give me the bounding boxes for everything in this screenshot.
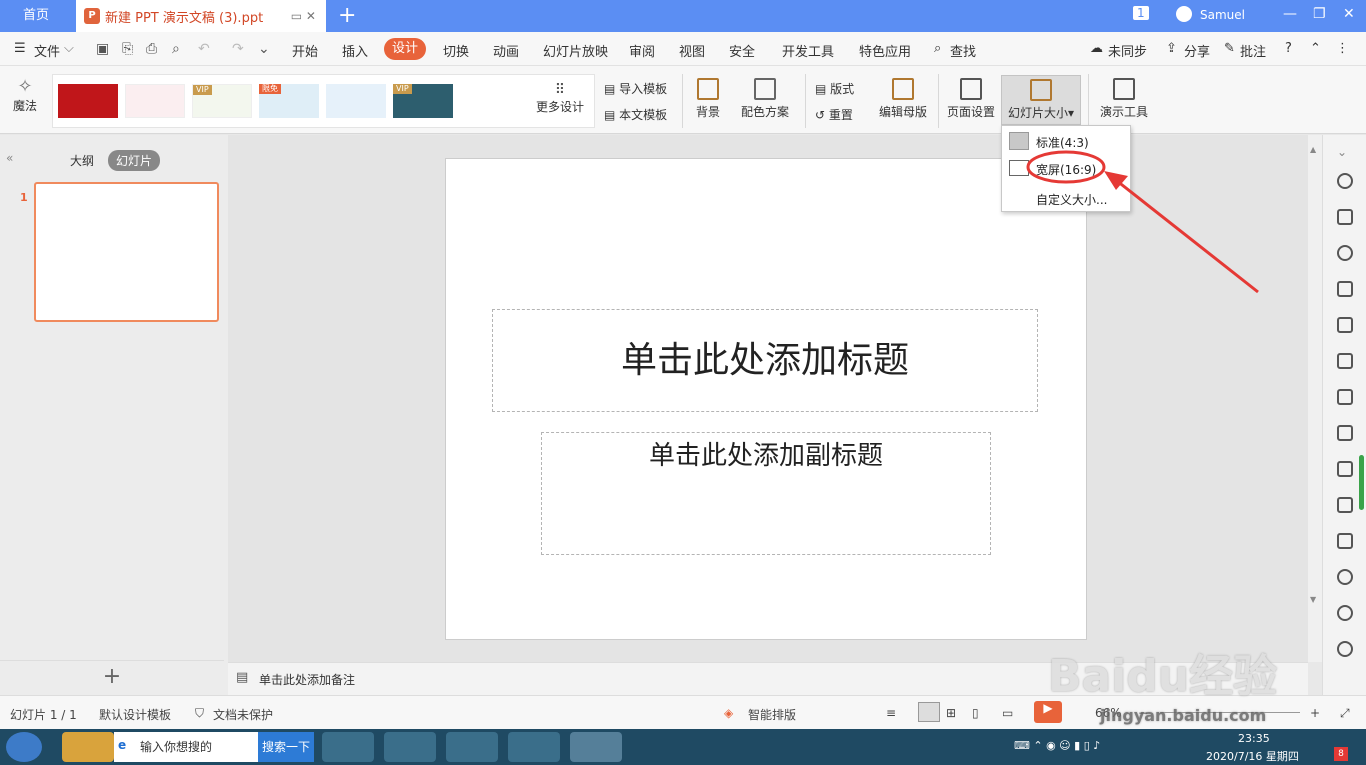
taskbar-app-k[interactable] (384, 732, 436, 762)
taskbar-app-plus[interactable] (446, 732, 498, 762)
taskbar-app-colorful[interactable] (62, 732, 114, 762)
taskbar-app-v[interactable] (322, 732, 374, 762)
notification-badge[interactable]: 8 (1334, 747, 1348, 761)
taskbar-app-sync[interactable] (508, 732, 560, 762)
taskbar-app-wps[interactable] (570, 732, 622, 762)
watermark-url: jingyan.baidu.com (1100, 706, 1267, 725)
clock-time[interactable]: 23:35 (1238, 732, 1270, 745)
pointer-arrow (1111, 175, 1259, 294)
watermark-brand: Baidu经验 (1048, 651, 1278, 702)
tray-icons[interactable]: ⌨ ⌃ ◉ ☺ ▮ ▯ ♪ (1014, 739, 1100, 752)
taskbar-search-button[interactable]: 搜索一下 (258, 732, 314, 762)
ie-icon: e (118, 738, 127, 752)
start-button[interactable] (6, 732, 42, 762)
highlight-ellipse (1026, 150, 1106, 184)
windows-taskbar: 输入你想搜的 e 搜索一下 ⌨ ⌃ ◉ ☺ ▮ ▯ ♪ 23:35 2020/7… (0, 729, 1366, 765)
clock-date[interactable]: 2020/7/16 星期四 (1206, 748, 1299, 764)
taskbar-search-input[interactable]: 输入你想搜的 (114, 732, 258, 762)
